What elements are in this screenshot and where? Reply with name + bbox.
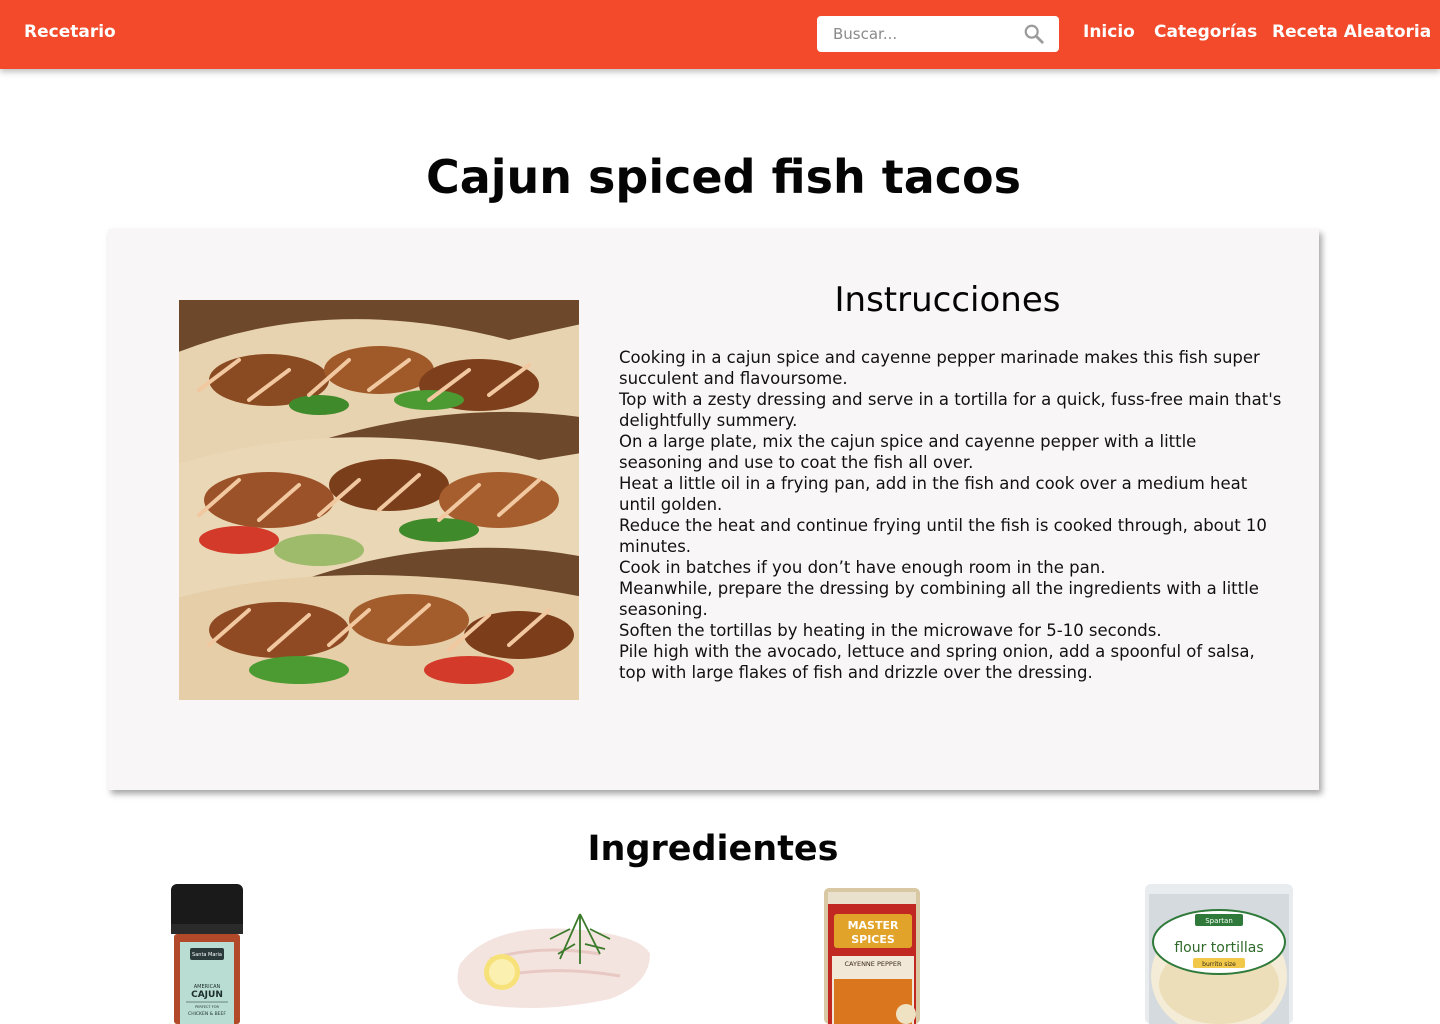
instruction-step: Cook in batches if you don’t have enough… [619,558,1106,577]
ingredient-cajun-spice-image: Santa Maria AMERICAN CAJUN PERFECT FOR C… [168,884,246,1024]
svg-text:burrito size: burrito size [1202,961,1236,968]
ingredient-cayenne-image: MASTER SPICES CAYENNE PEPPER [820,884,925,1024]
svg-text:SPICES: SPICES [851,933,895,946]
svg-text:PERFECT FOR: PERFECT FOR [195,1005,219,1009]
recipe-title: Cajun spiced fish tacos [425,150,1022,204]
instruction-step: Soften the tortillas by heating in the m… [619,621,1162,640]
nav-link-receta-aleatoria[interactable]: Receta Aleatoria [1272,22,1431,42]
instructions-heading: Instrucciones [834,280,1061,320]
ingredient-tortillas-image: Spartan flour tortillas burrito size [1143,884,1295,1024]
instructions-text: Cooking in a cajun spice and cayenne pep… [619,347,1284,683]
instruction-step: Pile high with the avocado, lettuce and … [619,642,1255,682]
svg-text:CAJUN: CAJUN [191,990,223,1000]
svg-text:MASTER: MASTER [848,919,899,932]
nav-link-categorias[interactable]: Categorías [1154,22,1257,42]
recipe-image [179,300,579,700]
svg-text:CAYENNE PEPPER: CAYENNE PEPPER [845,960,902,968]
search-input[interactable] [817,16,1017,52]
instruction-step: Top with a zesty dressing and serve in a… [619,390,1282,430]
svg-text:flour tortillas: flour tortillas [1174,940,1263,956]
instruction-step: Cooking in a cajun spice and cayenne pep… [619,348,1260,388]
instruction-step: On a large plate, mix the cajun spice an… [619,432,1197,472]
brand-link[interactable]: Recetario [24,22,116,42]
svg-text:CHICKEN & BEEF: CHICKEN & BEEF [188,1011,226,1017]
ingredients-heading: Ingredientes [587,829,839,869]
instruction-step: Heat a little oil in a frying pan, add i… [619,474,1248,514]
svg-text:Santa Maria: Santa Maria [192,952,222,958]
search-icon[interactable] [1023,23,1045,45]
nav-link-inicio[interactable]: Inicio [1083,22,1135,42]
ingredient-fish-image [450,884,655,1024]
instruction-step: Reduce the heat and continue frying unti… [619,516,1267,556]
search-box [817,16,1059,52]
recipe-card: Instrucciones Cooking in a cajun spice a… [108,229,1319,790]
instruction-step: Meanwhile, prepare the dressing by combi… [619,579,1259,619]
top-navbar: Recetario Inicio Categorías Receta Aleat… [0,0,1440,69]
svg-text:Spartan: Spartan [1205,917,1233,925]
